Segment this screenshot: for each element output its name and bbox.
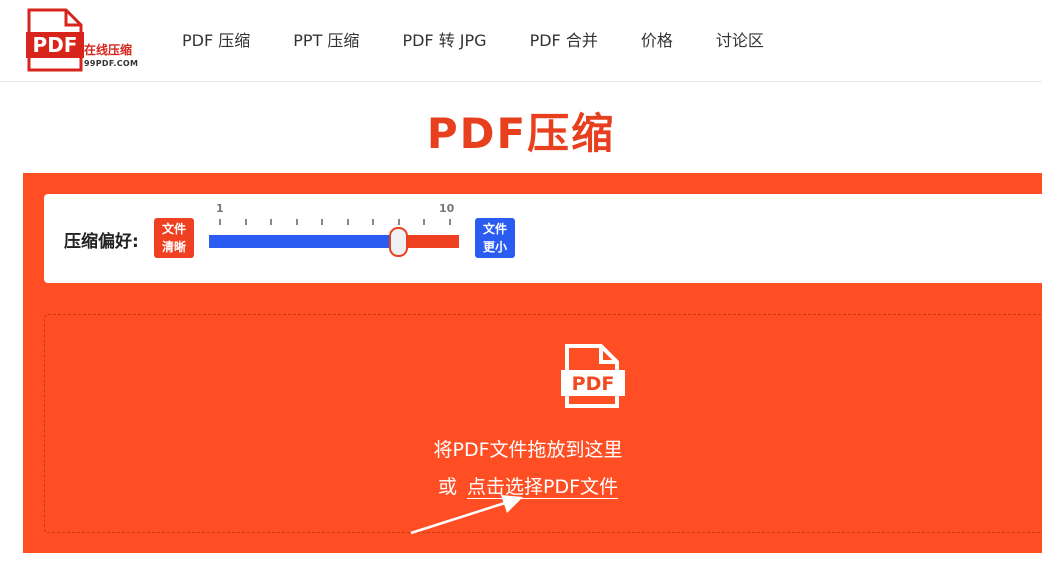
- file-drop-zone[interactable]: PDF 将PDF文件拖放到这里 或 点击选择PDF文件: [44, 314, 1042, 535]
- nav-pdf-compress[interactable]: PDF 压缩: [182, 30, 250, 52]
- svg-text:PDF: PDF: [33, 33, 78, 57]
- preference-label: 压缩偏好:: [64, 232, 139, 252]
- slider-tick: [270, 219, 273, 225]
- slider-tick: [295, 219, 298, 225]
- slider-tick: [372, 219, 375, 225]
- nav-pdf-to-jpg[interactable]: PDF 转 JPG: [402, 30, 486, 52]
- compress-panel: 压缩偏好: 文件 清晰 1 10 文件 更小 PDF 将PDF文件拖放到这里 或…: [23, 173, 1042, 553]
- pdf-document-icon: PDF: [561, 344, 625, 408]
- slider-thumb[interactable]: [388, 227, 408, 257]
- arrow-pointer-icon: [410, 495, 523, 535]
- tag-file-smaller: 文件 更小: [475, 218, 515, 258]
- main-nav: PDF 压缩 PPT 压缩 PDF 转 JPG PDF 合并 价格 讨论区: [182, 30, 807, 52]
- logo-name: 在线压缩: [84, 43, 133, 57]
- nav-pdf-merge[interactable]: PDF 合并: [530, 30, 598, 52]
- tag-small-line1: 文件: [482, 222, 507, 236]
- slider-max-label: 10: [439, 202, 455, 215]
- pdf-file-icon: PDF: [26, 8, 84, 72]
- tag-small-line2: 更小: [482, 240, 507, 254]
- nav-ppt-compress[interactable]: PPT 压缩: [293, 30, 359, 52]
- slider-tick: [244, 219, 247, 225]
- slider-tick: [219, 219, 221, 225]
- site-header: PDF 在线压缩 99PDF.COM PDF 压缩 PPT 压缩 PDF 转 J…: [0, 0, 1042, 82]
- tag-file-clear: 文件 清晰: [154, 218, 194, 258]
- drop-instruction: 将PDF文件拖放到这里: [433, 439, 623, 461]
- site-logo[interactable]: PDF 在线压缩 99PDF.COM: [22, 8, 152, 74]
- slider-tick: [449, 219, 451, 225]
- compression-slider[interactable]: 1 10: [209, 202, 461, 262]
- slider-tick: [423, 219, 426, 225]
- tag-clear-line1: 文件: [161, 222, 186, 236]
- slider-track-filled[interactable]: [209, 235, 398, 248]
- logo-domain: 99PDF.COM: [84, 59, 139, 68]
- nav-forum[interactable]: 讨论区: [716, 30, 764, 52]
- page-title: PDF压缩: [426, 109, 616, 158]
- slider-min-label: 1: [216, 202, 224, 215]
- tag-clear-line2: 清晰: [161, 240, 186, 254]
- svg-text:PDF: PDF: [572, 373, 615, 395]
- slider-tick: [321, 219, 324, 225]
- slider-tick: [346, 219, 349, 225]
- slider-tick: [397, 219, 400, 225]
- nav-pricing[interactable]: 价格: [641, 30, 673, 52]
- compression-preference-card: 压缩偏好: 文件 清晰 1 10 文件 更小: [44, 194, 1042, 283]
